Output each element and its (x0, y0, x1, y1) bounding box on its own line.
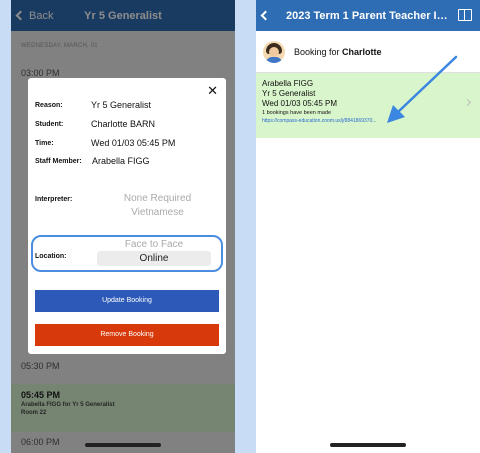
arrow-annotation-icon (387, 55, 458, 123)
